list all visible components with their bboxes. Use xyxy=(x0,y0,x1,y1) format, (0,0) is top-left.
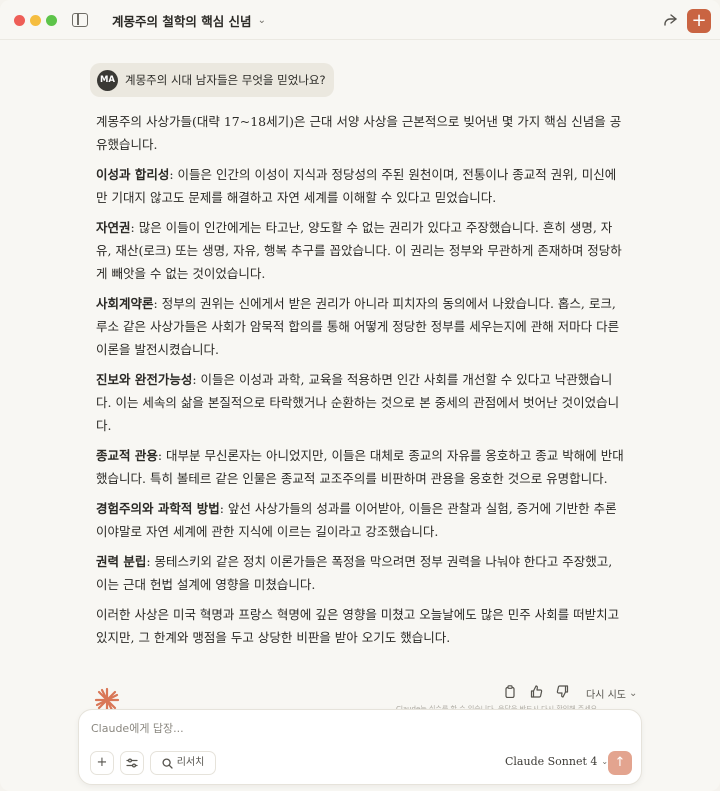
response-point: 권력 분립: 몽테스키외 같은 정치 이론가들은 폭정을 막으려면 정부 권력을… xyxy=(96,550,626,596)
research-button[interactable]: 리서치 xyxy=(150,751,216,775)
point-term: 권력 분립 xyxy=(96,554,147,569)
thumbs-down-icon[interactable] xyxy=(554,685,570,701)
response-point: 진보와 완전가능성: 이들은 이성과 과학, 교육을 적용하면 인간 사회를 개… xyxy=(96,368,626,437)
user-message-text: 계몽주의 시대 남자들은 무엇을 믿었나요? xyxy=(125,73,326,87)
chat-title-dropdown[interactable]: 계몽주의 철학의 핵심 신념 ⌄ xyxy=(112,11,266,30)
share-icon[interactable] xyxy=(660,10,680,30)
copy-icon[interactable] xyxy=(502,685,518,701)
user-message: MA 계몽주의 시대 남자들은 무엇을 믿었나요? xyxy=(90,63,334,97)
chevron-down-icon: ⌄ xyxy=(628,687,638,699)
response-conclusion: 이러한 사상은 미국 혁명과 프랑스 혁명에 깊은 영향을 미쳤고 오늘날에도 … xyxy=(96,607,620,645)
retry-button[interactable]: 다시 시도 ⌄ xyxy=(586,686,637,701)
assistant-response: 계몽주의 사상가들(대략 17~18세기)은 근대 서양 사상을 근본적으로 빚… xyxy=(96,110,626,656)
chevron-down-icon: ⌄ xyxy=(257,15,266,26)
minimize-window-button[interactable] xyxy=(30,15,41,26)
point-text: : 정부의 권위는 신에게서 받은 권리가 아니라 피치자의 동의에서 나왔습니… xyxy=(96,296,620,357)
tools-button[interactable] xyxy=(120,751,144,775)
avatar: MA xyxy=(97,69,118,91)
response-point: 경험주의와 과학적 방법: 앞선 사상가들의 성과를 이어받아, 이들은 관찰과… xyxy=(96,497,626,543)
point-text: : 이들은 인간의 이성이 지식과 정당성의 주된 원천이며, 전통이나 종교적… xyxy=(96,167,617,205)
point-term: 진보와 완전가능성 xyxy=(96,372,193,387)
point-text: : 대부분 무신론자는 아니었지만, 이들은 대체로 종교의 자유를 옹호하고 … xyxy=(96,448,624,486)
maximize-window-button[interactable] xyxy=(46,15,57,26)
thumbs-up-icon[interactable] xyxy=(528,685,544,701)
model-selector[interactable]: Claude Sonnet 4 ⌄ xyxy=(505,755,608,768)
message-composer: + 리서치 Claude Sonnet 4 ⌄ ↑ xyxy=(78,709,642,785)
send-button[interactable]: ↑ xyxy=(608,751,632,775)
point-text: : 많은 이들이 인간에게는 타고난, 양도할 수 없는 권리가 있다고 주장했… xyxy=(96,220,622,281)
point-term: 사회계약론 xyxy=(96,296,154,311)
new-chat-button[interactable]: + xyxy=(687,9,711,33)
search-icon xyxy=(162,757,173,769)
response-point: 자연권: 많은 이들이 인간에게는 타고난, 양도할 수 없는 권리가 있다고 … xyxy=(96,216,626,285)
point-text: : 몽테스키외 같은 정치 이론가들은 폭정을 막으려면 정부 권력을 나눠야 … xyxy=(96,554,613,592)
point-term: 경험주의와 과학적 방법 xyxy=(96,501,220,516)
add-attachment-button[interactable]: + xyxy=(90,751,114,775)
retry-label: 다시 시도 xyxy=(586,689,626,701)
reply-input[interactable] xyxy=(91,722,491,735)
message-actions: 다시 시도 ⌄ xyxy=(502,684,637,702)
research-label: 리서치 xyxy=(176,757,205,768)
response-point: 사회계약론: 정부의 권위는 신에게서 받은 권리가 아니라 피치자의 동의에서… xyxy=(96,292,626,361)
point-term: 자연권 xyxy=(96,220,131,235)
close-window-button[interactable] xyxy=(14,15,25,26)
chat-title: 계몽주의 철학의 핵심 신념 xyxy=(112,14,252,29)
response-intro: 계몽주의 사상가들(대략 17~18세기)은 근대 서양 사상을 근본적으로 빚… xyxy=(96,114,622,152)
response-point: 종교적 관용: 대부분 무신론자는 아니었지만, 이들은 대체로 종교의 자유를… xyxy=(96,444,626,490)
model-label: Claude Sonnet 4 xyxy=(505,755,598,768)
sidebar-toggle-icon[interactable] xyxy=(72,13,88,27)
point-term: 종교적 관용 xyxy=(96,448,158,463)
point-term: 이성과 합리성 xyxy=(96,167,170,182)
title-bar: 계몽주의 철학의 핵심 신념 ⌄ + xyxy=(0,0,720,40)
app-window: 계몽주의 철학의 핵심 신념 ⌄ + MA 계몽주의 시대 남자들은 무엇을 믿… xyxy=(0,0,720,791)
response-point: 이성과 합리성: 이들은 인간의 이성이 지식과 정당성의 주된 원천이며, 전… xyxy=(96,163,626,209)
